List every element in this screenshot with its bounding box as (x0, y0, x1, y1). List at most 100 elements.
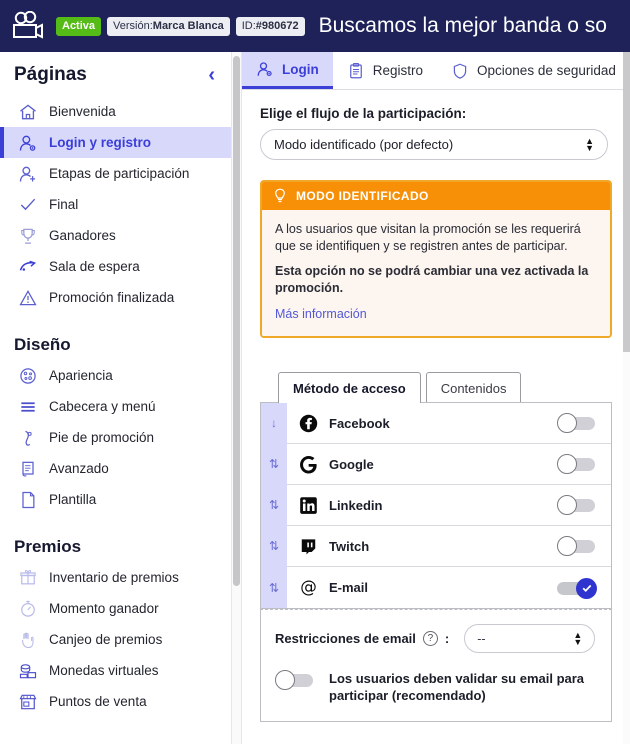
stopwatch-icon (21, 600, 35, 617)
sidebar-item-bienvenida[interactable]: Bienvenida (0, 96, 231, 127)
sidebar-item-plantilla[interactable]: Plantilla (0, 484, 231, 515)
callout-header: MODO IDENTIFICADO (262, 182, 610, 210)
tab-registro[interactable]: Registro (333, 52, 437, 89)
validate-email-toggle[interactable] (275, 670, 315, 690)
access-method-tab-strip: Método de acceso Contenidos (260, 372, 607, 403)
sidebar-item-cabecera-y-menu[interactable]: Cabecera y menú (0, 391, 231, 422)
sidebar-divider-1 (0, 313, 231, 330)
sidebar-item-login-y-registro[interactable]: Login y registro (0, 127, 231, 158)
tab-label: Login (282, 61, 319, 77)
provider-row-linkedin: ⇅ Linkedin (261, 484, 611, 526)
gift-icon (20, 569, 36, 584)
sidebar-item-ganadores[interactable]: Ganadores (0, 220, 231, 251)
email-restrictions-label: Restricciones de email (275, 631, 416, 646)
chevron-updown-icon: ▲ ▼ (585, 136, 594, 153)
sidebar-item-canjeo-de-premios[interactable]: Canjeo de premios (0, 624, 231, 655)
callout-title: MODO IDENTIFICADO (296, 189, 429, 203)
inner-tab-label: Contenidos (440, 380, 507, 396)
sidebar: Páginas ‹ Bienvenida Login y registro Et… (0, 52, 232, 744)
provider-toggle-linkedin[interactable] (557, 495, 597, 515)
sidebar-item-pie-de-promocion[interactable]: Pie de promoción (0, 422, 231, 453)
sidebar-item-label: Sala de espera (49, 259, 140, 274)
sidebar-item-sala-de-espera[interactable]: Sala de espera (0, 251, 231, 282)
arrow-up-down-icon[interactable]: ⇅ (261, 567, 287, 608)
arrow-up-down-icon[interactable]: ⇅ (261, 484, 287, 526)
palette-icon (20, 367, 36, 384)
trophy-icon (21, 228, 35, 244)
flow-select-value: Modo identificado (por defecto) (274, 137, 454, 152)
at-sign-icon: @ (300, 578, 317, 597)
provider-name: E-mail (329, 580, 369, 595)
inner-tab-metodo-de-acceso[interactable]: Método de acceso (278, 372, 421, 403)
sidebar-item-apariencia[interactable]: Apariencia (0, 360, 231, 391)
email-restrictions-row: Restricciones de email ? : -- ▲ ▼ (275, 624, 597, 653)
status-badge: Activa (56, 16, 102, 36)
coins-icon (19, 663, 37, 678)
sidebar-item-label: Final (49, 197, 79, 212)
page-icon (22, 491, 35, 508)
sidebar-item-label: Avanzado (49, 461, 109, 476)
email-restrictions-colon: : (444, 631, 450, 646)
sidebar-item-avanzado[interactable]: Avanzado (0, 453, 231, 484)
warning-triangle-icon (19, 289, 37, 305)
id-prefix: ID: (241, 20, 256, 32)
callout-paragraph-1: A los usuarios que visitan la promoción … (275, 222, 581, 253)
sidebar-item-monedas-virtuales[interactable]: Monedas virtuales (0, 655, 231, 686)
inner-tab-label: Método de acceso (293, 380, 406, 396)
lightbulb-icon (275, 188, 285, 203)
user-login-icon (19, 135, 36, 151)
provider-row-facebook: ↓ Facebook (261, 402, 611, 444)
google-icon (300, 455, 317, 474)
sidebar-pages-header: Páginas ‹ (0, 52, 231, 96)
provider-toggle-email[interactable] (557, 577, 597, 599)
sidebar-item-label: Etapas de participación (49, 166, 190, 181)
arrow-up-down-icon[interactable]: ⇅ (261, 525, 287, 567)
version-value: Marca Blanca (152, 20, 224, 32)
provider-name: Facebook (329, 415, 390, 431)
app-header: Activa Versión: Marca Blanca ID: #980672… (0, 0, 630, 52)
email-restrictions-select[interactable]: -- ▲ ▼ (464, 624, 596, 653)
sidebar-scrollbar-thumb[interactable] (233, 56, 240, 586)
sidebar-item-label: Ganadores (49, 228, 116, 243)
email-settings-block: Restricciones de email ? : -- ▲ ▼ Los usu… (260, 609, 612, 722)
sidebar-item-puntos-de-venta[interactable]: Puntos de venta (0, 686, 231, 717)
callout-more-info-link[interactable]: Más información (275, 307, 367, 321)
provider-name: Twitch (329, 538, 370, 554)
sidebar-item-final[interactable]: Final (0, 189, 231, 220)
sidebar-item-label: Bienvenida (49, 104, 116, 119)
sidebar-item-etapas-de-participacion[interactable]: Etapas de participación (0, 158, 231, 189)
arrow-down-icon[interactable]: ↓ (261, 402, 287, 444)
inner-tab-contenidos[interactable]: Contenidos (425, 372, 522, 403)
provider-toggle-google[interactable] (557, 454, 597, 474)
scroll-document-icon (22, 461, 34, 477)
sidebar-item-label: Apariencia (49, 368, 113, 383)
provider-toggle-facebook[interactable] (557, 413, 597, 433)
tab-label: Registro (372, 63, 424, 78)
footer-icon (25, 430, 32, 446)
provider-row-google: ⇅ Google (261, 443, 611, 485)
question-circle-icon[interactable]: ? (422, 631, 438, 646)
sidebar-item-promocion-finalizada[interactable]: Promoción finalizada (0, 282, 231, 313)
callout-body: A los usuarios que visitan la promoción … (262, 210, 610, 336)
tab-label: Opciones de seguridad (477, 63, 616, 78)
id-value: #980672 (255, 20, 299, 32)
sidebar-item-momento-ganador[interactable]: Momento ganador (0, 593, 231, 624)
tab-opciones-de-seguridad[interactable]: Opciones de seguridad (437, 52, 623, 89)
main-scrollbar-thumb[interactable] (623, 52, 630, 352)
tab-login[interactable]: Login (242, 52, 333, 89)
user-login-icon (257, 62, 272, 77)
flow-select[interactable]: Modo identificado (por defecto) ▲ ▼ (260, 129, 608, 160)
callout-paragraph-2: Esta opción no se podrá cambiar una vez … (275, 264, 589, 295)
provider-toggle-twitch[interactable] (557, 536, 597, 556)
provider-row-email: ⇅ @ E-mail (261, 567, 611, 608)
sidebar-section-title-diseno: Diseño (14, 335, 71, 354)
sidebar-section-title-premios: Premios (14, 537, 82, 556)
svg-text:@: @ (300, 578, 317, 597)
sidebar-item-label: Monedas virtuales (49, 663, 159, 678)
sidebar-item-inventario-de-premios[interactable]: Inventario de premios (0, 562, 231, 593)
sidebar-item-label: Canjeo de premios (49, 632, 163, 647)
provider-list: ↓ Facebook ⇅ Google ⇅ Linkedin ⇅ Twitch … (260, 402, 612, 609)
store-icon (19, 694, 37, 709)
arrow-up-down-icon[interactable]: ⇅ (261, 443, 287, 485)
chevron-left-icon[interactable]: ‹ (206, 65, 217, 85)
